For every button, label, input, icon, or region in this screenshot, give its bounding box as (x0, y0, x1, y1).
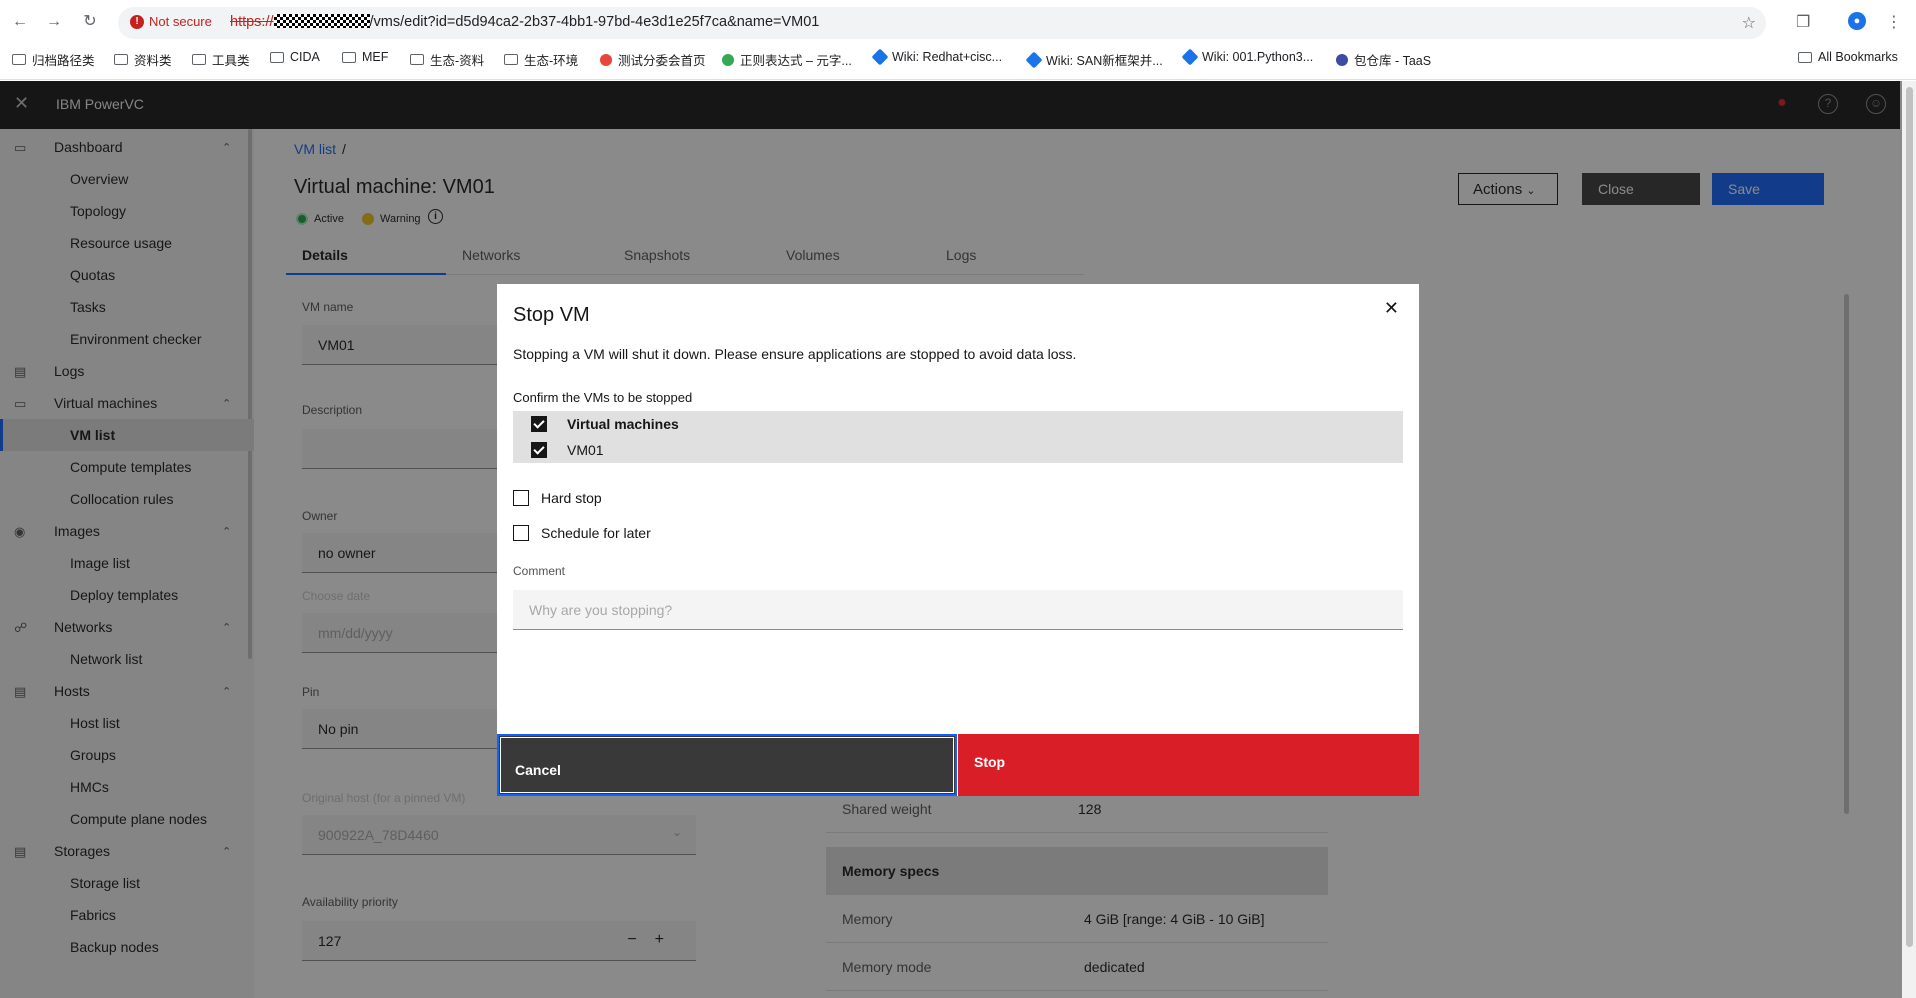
profile-avatar-icon[interactable]: ● (1848, 12, 1866, 30)
site-icon (600, 53, 612, 66)
reload-icon[interactable]: ↻ (80, 12, 100, 32)
bookmark-item[interactable]: 测试分委会首页 (600, 50, 706, 69)
bookmark-item[interactable]: 生态-资料 (410, 50, 484, 69)
folder-icon (1798, 51, 1812, 63)
schedule-checkbox[interactable] (513, 525, 529, 541)
folder-icon (270, 51, 284, 63)
bookmarks-bar: 归档路径类 资料类 工具类 CIDA MEF 生态-资料 生态-环境 测试分委会… (0, 48, 1916, 72)
folder-icon (114, 54, 128, 65)
bookmark-item[interactable]: 包仓库 - TaaS (1336, 50, 1431, 69)
bookmark-item[interactable]: Wiki: SAN新框架并... (1025, 50, 1163, 69)
table-row[interactable]: VM01 (531, 437, 604, 463)
close-icon[interactable]: ✕ (1384, 298, 1399, 319)
stop-vm-modal: Stop VM ✕ Stopping a VM will shut it dow… (497, 284, 1419, 796)
bookmark-item[interactable]: MEF (342, 50, 388, 64)
bookmark-item[interactable]: 归档路径类 (12, 50, 95, 69)
browser-menu-icon[interactable]: ⋮ (1886, 12, 1902, 32)
bookmark-item[interactable]: Wiki: Redhat+cisc... (871, 48, 1002, 66)
site-icon (722, 53, 734, 66)
cancel-button[interactable]: Cancel (497, 734, 957, 796)
address-bar[interactable]: ! Not secure https:///vms/edit?id=d5d94c… (118, 7, 1766, 39)
bookmark-item[interactable]: 资料类 (114, 50, 172, 69)
forward-arrow-icon[interactable]: → (44, 12, 64, 32)
folder-icon (410, 54, 424, 65)
wiki-icon (1181, 48, 1199, 66)
table-header-row[interactable]: Virtual machines (531, 411, 679, 437)
folder-icon (192, 54, 206, 65)
folder-icon (504, 54, 518, 65)
hard-stop-checkbox[interactable] (513, 490, 529, 506)
stop-button[interactable]: Stop (958, 734, 1419, 796)
extensions-icon[interactable]: ❐ (1796, 12, 1810, 32)
bookmark-item[interactable]: Wiki: 001.Python3... (1181, 48, 1313, 66)
schedule-option[interactable]: Schedule for later (513, 525, 651, 541)
wiki-icon (871, 48, 889, 66)
modal-description: Stopping a VM will shut it down. Please … (513, 346, 1077, 362)
comment-input[interactable] (513, 590, 1403, 630)
all-bookmarks[interactable]: All Bookmarks (1798, 50, 1898, 64)
bookmark-item[interactable]: 正则表达式 – 元字... (722, 50, 852, 69)
confirm-vms-label: Confirm the VMs to be stopped (513, 390, 693, 405)
folder-icon (342, 51, 356, 63)
comment-label: Comment (513, 564, 566, 578)
vm-selection-table: Virtual machines VM01 (513, 411, 1403, 463)
hard-stop-option[interactable]: Hard stop (513, 490, 602, 506)
scrollbar-thumb[interactable] (1906, 87, 1913, 947)
vm01-checkbox[interactable] (531, 442, 547, 458)
select-all-checkbox[interactable] (531, 416, 547, 432)
warning-icon: ! (130, 14, 144, 29)
back-arrow-icon[interactable]: ← (10, 12, 30, 32)
redacted-host (273, 14, 370, 28)
bookmark-item[interactable]: 工具类 (192, 50, 250, 69)
bookmark-star-icon[interactable]: ☆ (1742, 13, 1756, 33)
wiki-icon (1025, 51, 1043, 68)
bookmark-item[interactable]: 生态-环境 (504, 50, 578, 69)
modal-title: Stop VM (513, 304, 590, 326)
security-indicator[interactable]: ! Not secure (130, 14, 212, 29)
folder-icon (12, 54, 26, 65)
browser-toolbar: ← → ↻ ! Not secure https:///vms/edit?id=… (0, 0, 1916, 80)
site-icon (1336, 53, 1348, 66)
url-text[interactable]: https:///vms/edit?id=d5d94ca2-2b37-4bb1-… (230, 14, 819, 30)
window-scrollbar[interactable] (1902, 81, 1916, 998)
bookmark-item[interactable]: CIDA (270, 50, 320, 64)
